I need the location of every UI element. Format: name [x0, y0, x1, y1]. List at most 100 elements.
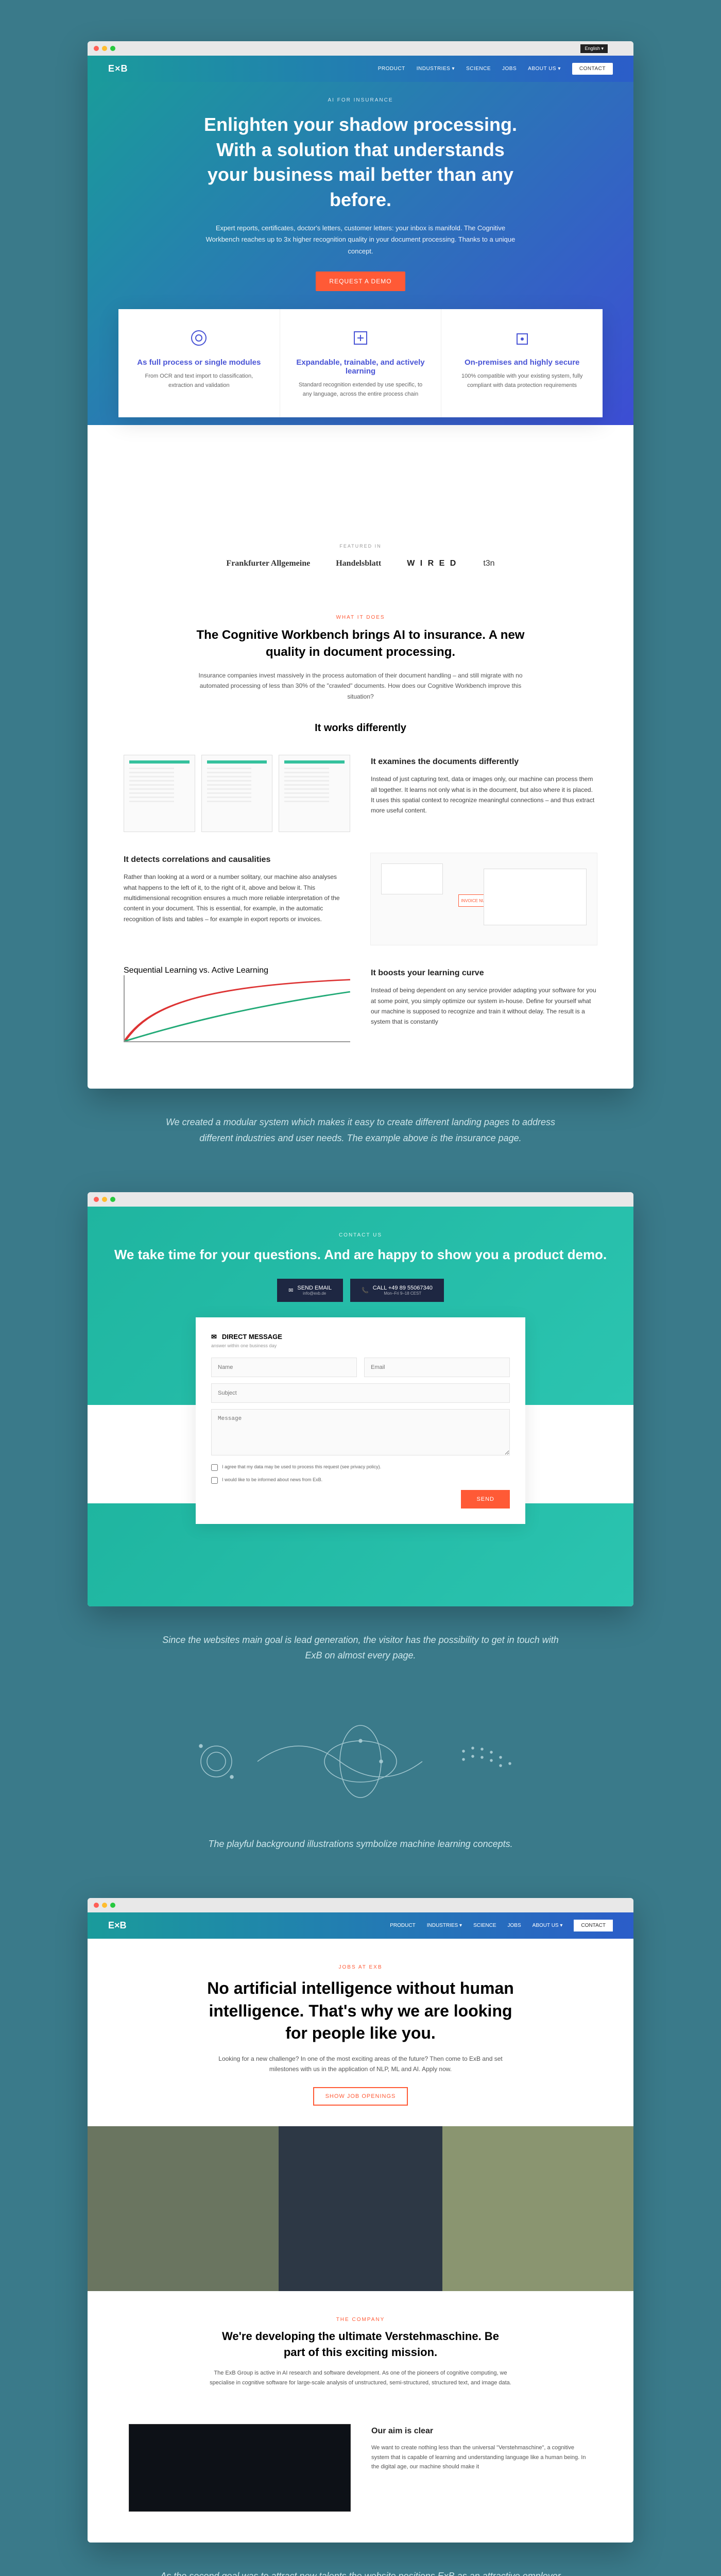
feature-title: It examines the documents differently — [371, 755, 597, 769]
contact-page: CONTACT US We take time for your questio… — [88, 1192, 633, 1606]
subject-field[interactable] — [211, 1383, 510, 1403]
company-eyebrow: THE COMPANY — [129, 2317, 592, 2323]
feature-row-examine: It examines the documents differently In… — [124, 755, 597, 832]
message-field[interactable] — [211, 1409, 510, 1455]
jobs-page: E×B PRODUCT INDUSTRIES ▾ SCIENCE JOBS AB… — [88, 1898, 633, 2542]
caption: The playful background illustrations sym… — [160, 1836, 561, 1852]
nav-jobs[interactable]: JOBS — [508, 1923, 521, 1928]
name-field[interactable] — [211, 1358, 357, 1377]
card-expandable: Expandable, trainable, and actively lear… — [280, 309, 442, 417]
document-icon — [124, 755, 195, 832]
section-intro: Insurance companies invest massively in … — [196, 670, 525, 702]
company-section: THE COMPANY We're developing the ultimat… — [88, 2291, 633, 2414]
maximize-icon[interactable] — [110, 46, 115, 51]
card-title: On-premises and highly secure — [456, 358, 588, 367]
browser-chrome — [88, 41, 633, 56]
logo[interactable]: E×B — [108, 1920, 127, 1931]
message-icon: ✉ — [211, 1333, 217, 1341]
privacy-checkbox[interactable]: I agree that my data may be used to proc… — [211, 1464, 510, 1471]
caption: As the second goal was to attract new ta… — [160, 2568, 561, 2576]
button-label: SEND EMAIL — [297, 1285, 332, 1291]
nav-science[interactable]: SCIENCE — [473, 1923, 496, 1928]
press-logos: Frankfurter Allgemeine Handelsblatt W I … — [108, 559, 613, 568]
show-openings-button[interactable]: SHOW JOB OPENINGS — [313, 2087, 408, 2106]
hero-body: Expert reports, certificates, doctor's l… — [201, 223, 520, 257]
maximize-icon[interactable] — [110, 1197, 115, 1202]
newsletter-checkbox[interactable]: I would like to be informed about news f… — [211, 1477, 510, 1484]
feature-text: It examines the documents differently In… — [371, 755, 597, 816]
card-title: Expandable, trainable, and actively lear… — [295, 358, 427, 376]
button-sublabel: info@exb.de — [297, 1291, 332, 1296]
logo-handelsblatt: Handelsblatt — [336, 559, 381, 568]
section-subtitle: It works differently — [124, 722, 597, 734]
close-icon[interactable] — [94, 1197, 99, 1202]
aim-text: Our aim is clear We want to create nothi… — [371, 2424, 592, 2472]
top-nav: E×B PRODUCT INDUSTRIES ▾ SCIENCE JOBS AB… — [88, 1912, 633, 1939]
nav-industries[interactable]: INDUSTRIES ▾ — [427, 1923, 462, 1928]
feature-text: It detects correlations and causalities … — [124, 853, 350, 924]
minimize-icon[interactable] — [102, 46, 107, 51]
top-nav: E×B PRODUCT INDUSTRIES ▾ SCIENCE JOBS AB… — [88, 56, 633, 82]
envelope-icon: ✉ — [288, 1287, 293, 1294]
send-email-button[interactable]: ✉ SEND EMAIL info@exb.de — [277, 1279, 343, 1302]
jobs-eyebrow: JOBS AT EXB — [129, 1964, 592, 1970]
office-photo — [88, 2126, 633, 2291]
document-icon — [201, 755, 273, 832]
language-switcher[interactable]: English ▾ — [580, 44, 608, 53]
document-previews — [124, 755, 350, 832]
close-icon[interactable] — [94, 46, 99, 51]
shield-icon — [456, 328, 588, 351]
expand-icon — [295, 328, 427, 351]
feature-body: Rather than looking at a word or a numbe… — [124, 872, 350, 924]
form-title-text: DIRECT MESSAGE — [222, 1333, 282, 1341]
request-demo-button[interactable]: REQUEST A DEMO — [316, 272, 405, 291]
nav-jobs[interactable]: JOBS — [502, 66, 517, 72]
jobs-title: No artificial intelligence without human… — [196, 1977, 525, 2044]
nav-product[interactable]: PRODUCT — [390, 1923, 415, 1928]
button-sublabel: Mon–Fri 9–18 CEST — [373, 1291, 433, 1296]
nav-science[interactable]: SCIENCE — [466, 66, 491, 72]
featured-section: FEATURED IN Frankfurter Allgemeine Hande… — [88, 425, 633, 589]
aim-title: Our aim is clear — [371, 2424, 592, 2438]
checkbox-input[interactable] — [211, 1477, 218, 1484]
logo-wired: W I R E D — [407, 559, 457, 568]
minimize-icon[interactable] — [102, 1197, 107, 1202]
card-full-process: As full process or single modules From O… — [118, 309, 280, 417]
close-icon[interactable] — [94, 1903, 99, 1908]
nav-about[interactable]: ABOUT US ▾ — [533, 1923, 563, 1928]
correlation-diagram: INVOICE NUMBER — [370, 853, 597, 945]
logo[interactable]: E×B — [108, 63, 128, 74]
nav-industries[interactable]: INDUSTRIES ▾ — [417, 66, 455, 72]
company-body: The ExB Group is active in AI research a… — [201, 2368, 520, 2387]
contact-buttons: ✉ SEND EMAIL info@exb.de 📞 CALL +49 89 5… — [108, 1279, 613, 1302]
featured-label: FEATURED IN — [108, 544, 613, 549]
feature-text: It boosts your learning curve Instead of… — [371, 966, 597, 1027]
section-eyebrow: WHAT IT DOES — [124, 615, 597, 620]
process-icon — [133, 328, 265, 351]
call-button[interactable]: 📞 CALL +49 89 55067340 Mon–Fri 9–18 CEST — [350, 1279, 444, 1302]
nav-about[interactable]: ABOUT US ▾ — [528, 66, 561, 72]
contact-button[interactable]: CONTACT — [572, 63, 613, 75]
maximize-icon[interactable] — [110, 1903, 115, 1908]
send-button[interactable]: SEND — [461, 1490, 510, 1509]
hero-title: Enlighten your shadow processing. With a… — [196, 112, 525, 212]
email-field[interactable] — [364, 1358, 510, 1377]
feature-cards: As full process or single modules From O… — [118, 309, 603, 417]
feature-title: It detects correlations and causalities — [124, 853, 350, 867]
checkbox-label: I would like to be informed about news f… — [222, 1477, 322, 1482]
product-screenshot — [129, 2424, 351, 2512]
phone-icon: 📞 — [362, 1287, 369, 1294]
contact-eyebrow: CONTACT US — [108, 1232, 613, 1238]
contact-button[interactable]: CONTACT — [574, 1920, 613, 1931]
card-body: Standard recognition extended by use spe… — [295, 381, 427, 399]
checkbox-input[interactable] — [211, 1464, 218, 1471]
nav-product[interactable]: PRODUCT — [378, 66, 405, 72]
feature-title: It boosts your learning curve — [371, 966, 597, 980]
card-body: From OCR and text import to classificati… — [133, 372, 265, 390]
card-title: As full process or single modules — [133, 358, 265, 367]
minimize-icon[interactable] — [102, 1903, 107, 1908]
ml-illustration — [88, 1710, 633, 1816]
chart-title: Sequential Learning vs. Active Learning — [124, 966, 350, 975]
document-icon — [279, 755, 350, 832]
browser-chrome — [88, 1898, 633, 1912]
